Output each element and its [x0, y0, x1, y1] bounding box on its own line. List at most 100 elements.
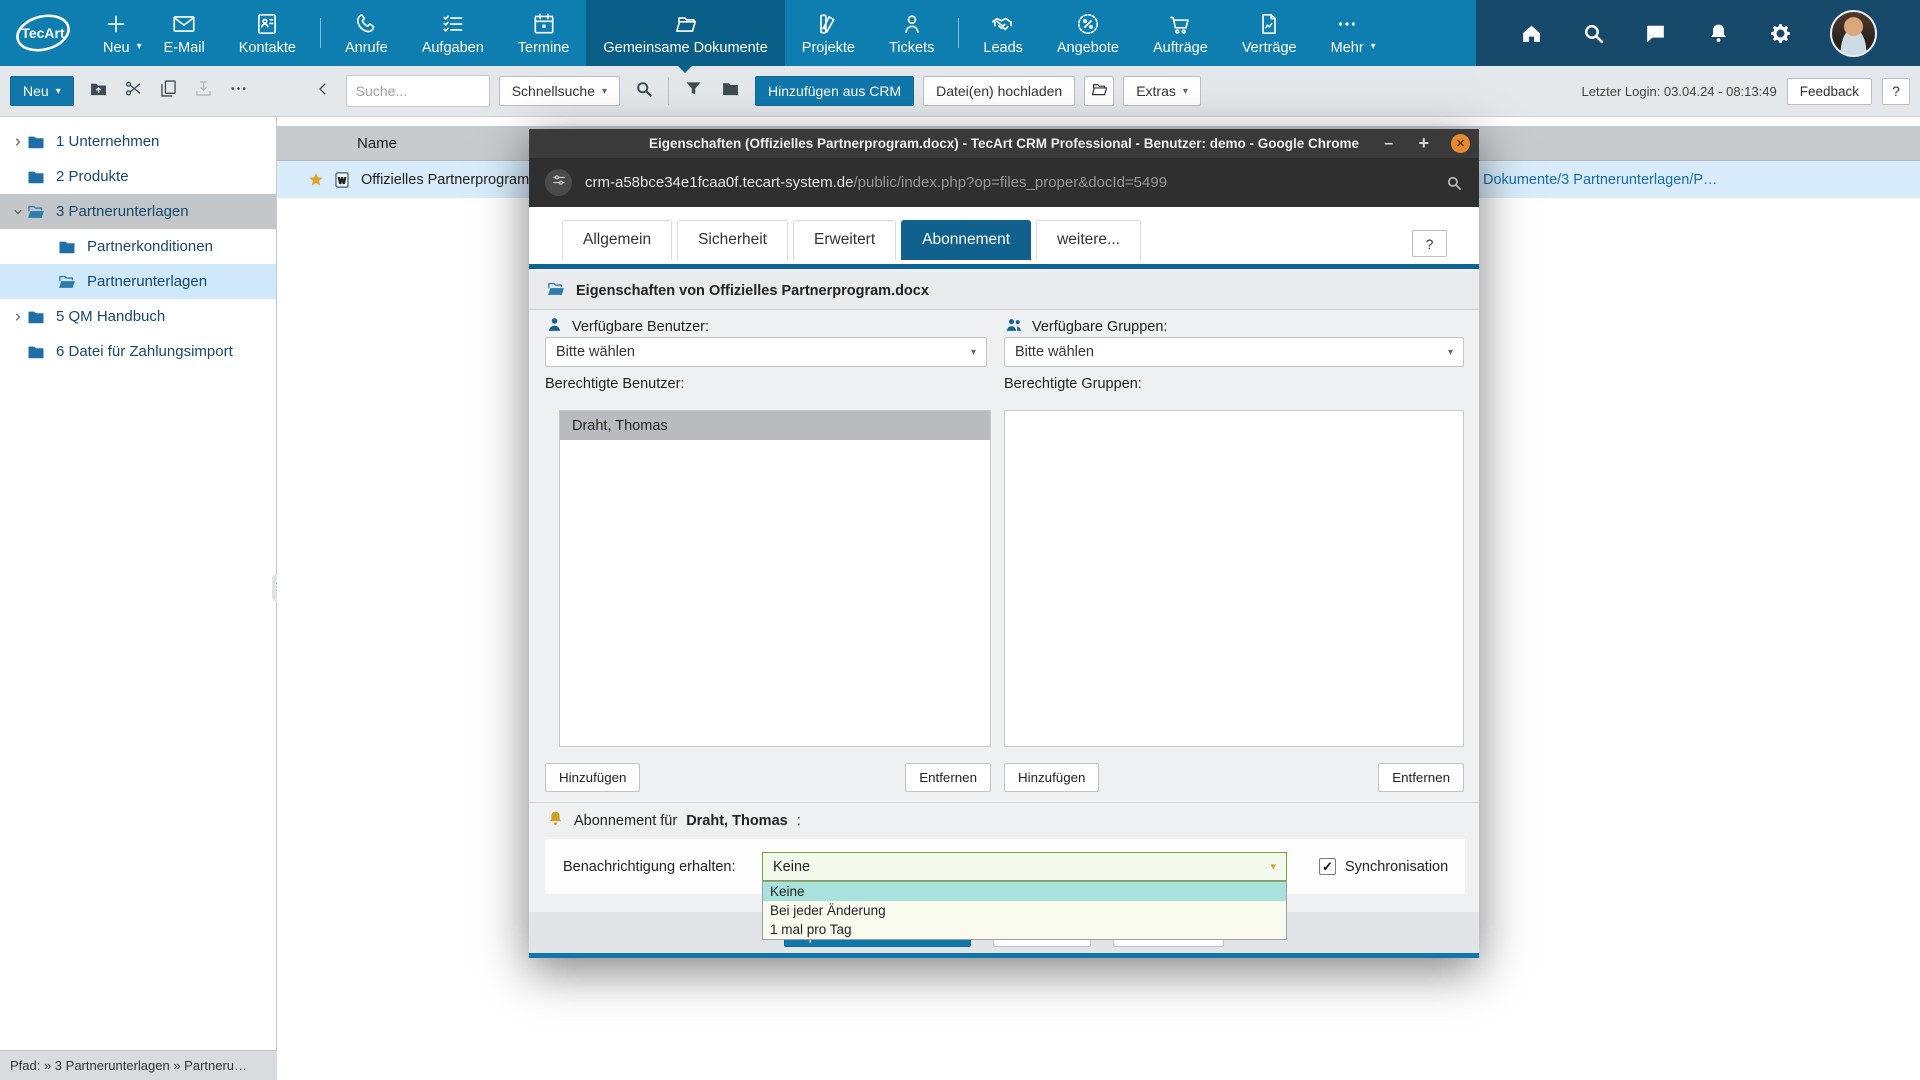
tecart-logo[interactable]: TecArt: [0, 0, 86, 66]
folder-tree: 1 Unternehmen2 Produkte3 Partnerunterlag…: [0, 117, 276, 369]
window-minimize-button[interactable]: –: [1384, 129, 1393, 158]
tab-sicherheit[interactable]: Sicherheit: [677, 220, 788, 260]
nav-item-vertrage[interactable]: Verträge: [1225, 0, 1314, 66]
url-text: crm-a58bce34e1fcaa0f.tecart-system.de/pu…: [585, 174, 1167, 191]
chevron-right-icon[interactable]: [9, 136, 26, 148]
nav-item-gemeinsame-dokumente[interactable]: Gemeinsame Dokumente: [586, 0, 784, 66]
nav-item-label: Aufgaben: [422, 40, 484, 56]
add-user-button[interactable]: Hinzufügen: [545, 763, 640, 792]
help-button[interactable]: ?: [1882, 78, 1910, 105]
window-new-tab-button[interactable]: +: [1418, 129, 1429, 158]
search-input[interactable]: [346, 75, 490, 107]
main-menu: Neu▾E-Mail Kontakte Anrufe Aufgaben TermineG…: [86, 0, 1381, 66]
extras-button[interactable]: Extras▾: [1123, 76, 1201, 106]
sidebar-item-5-qm-handbuch[interactable]: 5 QM Handbuch: [0, 299, 276, 334]
collapse-tree-icon[interactable]: [309, 80, 337, 103]
home-icon[interactable]: [1519, 21, 1544, 46]
notification-option-bei-jeder-anderung[interactable]: Bei jeder Änderung: [763, 901, 1286, 920]
file-path-link[interactable]: Dokumente/3 Partnerunterlagen/P…: [1483, 172, 1718, 188]
nav-item-label: Mehr: [1331, 40, 1364, 56]
global-actions: [1476, 0, 1920, 66]
copy-icon[interactable]: [153, 78, 184, 104]
nav-item-termine[interactable]: Termine: [501, 0, 587, 66]
tab-allgemein[interactable]: Allgemein: [562, 220, 672, 260]
authorized-user-item[interactable]: Draht, Thomas: [560, 411, 990, 440]
available-groups-select[interactable]: Bitte wählen▾: [1004, 337, 1464, 367]
window-close-button[interactable]: ✕: [1451, 134, 1470, 153]
phone-icon: [353, 11, 379, 37]
sidebar-item-2-produkte[interactable]: 2 Produkte: [0, 159, 276, 194]
available-users-select[interactable]: Bitte wählen▾: [545, 337, 987, 367]
folder-label: 5 QM Handbuch: [56, 308, 165, 325]
nav-item-label: Kontakte: [239, 40, 296, 56]
add-from-crm-button[interactable]: Hinzufügen aus CRM: [755, 76, 914, 106]
search-submit-icon[interactable]: [629, 79, 659, 104]
chevron-right-icon[interactable]: [9, 311, 26, 323]
tab-erweitert[interactable]: Erweitert: [793, 220, 896, 260]
site-settings-icon[interactable]: [545, 169, 572, 196]
remove-group-button[interactable]: Entfernen: [1378, 763, 1464, 792]
sidebar-item-1-unternehmen[interactable]: 1 Unternehmen: [0, 124, 276, 159]
settings-icon[interactable]: [1768, 21, 1793, 46]
nav-item-e-mail[interactable]: E-Mail: [147, 0, 222, 66]
list-filter-icons: [678, 78, 746, 104]
feedback-button[interactable]: Feedback: [1787, 78, 1872, 105]
authorized-users-listbox[interactable]: Draht, Thomas: [559, 410, 991, 747]
handshake-icon: [990, 11, 1016, 37]
quicksearch-select[interactable]: Schnellsuche▾: [499, 76, 620, 106]
toolbar-divider: [668, 77, 669, 105]
filter-icon[interactable]: [678, 78, 709, 104]
zoom-icon[interactable]: [1445, 174, 1463, 192]
favorite-star-icon[interactable]: [307, 171, 325, 189]
chevron-down-icon[interactable]: [9, 206, 26, 218]
sidebar-item-partnerunterlagen[interactable]: Partnerunterlagen: [0, 264, 276, 299]
synchronisation-checkbox[interactable]: [1319, 858, 1336, 875]
tab-abonnement[interactable]: Abonnement: [901, 220, 1031, 260]
folder-label: Partnerkonditionen: [87, 238, 213, 255]
nav-item-neu[interactable]: Neu▾: [86, 0, 147, 66]
cut-icon[interactable]: [118, 78, 149, 104]
projects-icon: [815, 11, 841, 37]
nav-item-aufgaben[interactable]: Aufgaben: [405, 0, 501, 66]
folder-open-icon: [57, 272, 77, 292]
nav-item-anrufe[interactable]: Anrufe: [328, 0, 405, 66]
folder-icon[interactable]: [715, 78, 746, 104]
add-group-button[interactable]: Hinzufügen: [1004, 763, 1099, 792]
dialog-title-bar: Eigenschaften (Offizielles Partnerprogra…: [529, 129, 1479, 158]
notification-option-1-mal-pro-tag[interactable]: 1 mal pro Tag: [763, 920, 1286, 939]
tab-weitere[interactable]: weitere...: [1036, 220, 1141, 260]
authorized-users-label: Berechtigte Benutzer:: [545, 376, 684, 392]
nav-item-mehr[interactable]: Mehr▾: [1314, 0, 1381, 66]
more-options-icon[interactable]: [223, 78, 254, 104]
notification-option-keine[interactable]: Keine: [763, 882, 1286, 901]
folder-upload-icon[interactable]: [83, 78, 114, 104]
nav-item-auftrage[interactable]: Aufträge: [1136, 0, 1225, 66]
tasks-icon: [440, 11, 466, 37]
nav-item-kontakte[interactable]: Kontakte: [222, 0, 313, 66]
sidebar-item-6-datei-fur-zahlungsimport[interactable]: 6 Datei für Zahlungsimport: [0, 334, 276, 369]
search-icon[interactable]: [1581, 21, 1606, 46]
upload-folder-button[interactable]: [1084, 76, 1114, 106]
sidebar-item-3-partnerunterlagen[interactable]: 3 Partnerunterlagen: [0, 194, 276, 229]
synchronisation-label[interactable]: Synchronisation: [1345, 859, 1448, 875]
sidebar-item-partnerkonditionen[interactable]: Partnerkonditionen: [0, 229, 276, 264]
dialog-tabs: AllgemeinSicherheitErweitertAbonnementwe…: [529, 207, 1479, 264]
new-button[interactable]: Neu▾: [10, 76, 74, 106]
nav-item-tickets[interactable]: Tickets: [872, 0, 951, 66]
properties-section-header: Eigenschaften von Offizielles Partnerpro…: [529, 272, 1479, 310]
folder-open-icon: [26, 202, 46, 222]
nav-item-angebote[interactable]: Angebote: [1040, 0, 1136, 66]
user-avatar[interactable]: [1830, 10, 1877, 57]
chat-icon[interactable]: [1643, 21, 1668, 46]
subscription-user: Draht, Thomas: [686, 813, 788, 829]
remove-user-button[interactable]: Entfernen: [905, 763, 991, 792]
nav-item-label: Tickets: [889, 40, 934, 56]
nav-item-projekte[interactable]: Projekte: [785, 0, 872, 66]
upload-files-button[interactable]: Datei(en) hochladen: [923, 76, 1075, 106]
notifications-icon[interactable]: [1706, 21, 1731, 46]
cart-icon: [1167, 11, 1193, 37]
notification-select[interactable]: Keine▾: [762, 852, 1287, 881]
dialog-help-button[interactable]: ?: [1412, 230, 1447, 257]
nav-item-leads[interactable]: Leads: [966, 0, 1040, 66]
authorized-groups-listbox[interactable]: [1004, 410, 1464, 747]
